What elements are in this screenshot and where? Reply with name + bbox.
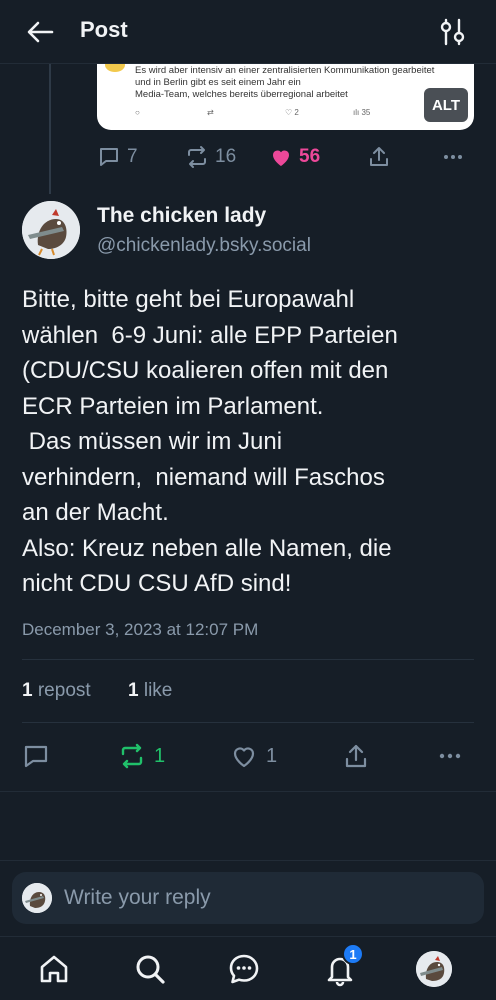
repost-icon [185, 145, 209, 169]
profile-avatar [416, 951, 452, 987]
post-timestamp: December 3, 2023 at 12:07 PM [22, 620, 259, 639]
search-icon[interactable] [132, 951, 168, 987]
share-icon [342, 742, 370, 770]
page-title: Post [80, 17, 128, 42]
mini-repost-icon: ⇄ [207, 108, 214, 117]
mini-views-count: 35 [361, 108, 371, 117]
divider [22, 659, 474, 660]
parent-like-button[interactable]: 56 [269, 142, 320, 172]
chat-icon[interactable] [226, 951, 262, 987]
repost-active-icon [118, 742, 146, 770]
share-button[interactable] [342, 740, 370, 772]
parent-share-button[interactable] [367, 142, 391, 172]
top-bar: Post [0, 0, 496, 64]
notification-badge: 1 [342, 943, 364, 965]
post-body-text: Bitte, bitte geht bei Europawahl wählen … [22, 286, 398, 597]
divider [22, 722, 474, 723]
repost-stat-label: repost [37, 680, 91, 701]
sliders-icon[interactable] [438, 17, 468, 47]
parent-reply-button[interactable]: 7 [97, 142, 138, 172]
post-action-row: 1 1 [22, 740, 474, 772]
comment-icon [22, 742, 50, 770]
thread-line [49, 64, 51, 194]
author-handle[interactable]: @chickenlady.bsky.social [97, 235, 311, 257]
embed-text-line: Media-Team, welches bereits überregional… [135, 89, 348, 100]
reply-button[interactable] [22, 740, 50, 772]
mini-like-count: 2 [294, 108, 299, 117]
parent-reply-count: 7 [127, 146, 138, 167]
mini-like: ♡ 2 [285, 108, 299, 117]
more-dots-icon [436, 742, 464, 770]
repost-button[interactable]: 1 [118, 740, 165, 772]
section-divider [0, 860, 496, 861]
like-button[interactable]: 1 [230, 740, 277, 772]
heart-icon [230, 742, 258, 770]
section-divider [0, 791, 496, 792]
reply-input-placeholder[interactable]: Write your reply [64, 886, 211, 910]
comment-icon [97, 145, 121, 169]
quoted-image-embed[interactable]: Es wird aber intensiv an einer zentralis… [97, 64, 474, 130]
alt-text-badge[interactable]: ALT [424, 88, 468, 122]
user-avatar [22, 883, 52, 913]
profile-avatar-tab[interactable] [416, 951, 452, 987]
like-stat[interactable]: 1 like [128, 680, 172, 702]
embed-text-line: Es wird aber intensiv an einer zentralis… [135, 65, 435, 76]
parent-more-button[interactable] [441, 142, 465, 172]
embed-text-line: und in Berlin gibt es seit einem Jahr ei… [135, 77, 301, 88]
parent-like-count: 56 [299, 146, 321, 167]
embed-mini-actions: ○ ⇄ ♡ 2 ılı 35 [135, 108, 455, 122]
repost-stat[interactable]: 1 repost [22, 680, 91, 702]
parent-repost-button[interactable]: 16 [185, 142, 236, 172]
parent-repost-count: 16 [215, 146, 237, 167]
home-icon[interactable] [36, 951, 72, 987]
share-icon [367, 145, 391, 169]
embed-avatar [105, 64, 125, 72]
back-arrow-icon[interactable] [24, 16, 56, 48]
reply-composer[interactable]: Write your reply [12, 872, 484, 924]
heart-filled-icon [269, 145, 293, 169]
parent-action-row: 7 16 56 [97, 142, 477, 172]
author-avatar[interactable] [22, 201, 80, 259]
like-count: 1 [266, 744, 278, 767]
author-name[interactable]: The chicken lady [97, 204, 266, 228]
like-stat-label: like [143, 680, 173, 701]
like-stat-count: 1 [128, 680, 139, 701]
repost-stat-count: 1 [22, 680, 33, 701]
notifications-icon[interactable]: 1 [322, 943, 364, 987]
bottom-navigation: 1 [0, 936, 496, 1000]
more-options-button[interactable] [436, 740, 464, 772]
mini-reply-icon: ○ [135, 108, 140, 117]
more-dots-icon [441, 145, 465, 169]
repost-count: 1 [154, 744, 166, 767]
mini-views: ılı 35 [353, 108, 371, 117]
